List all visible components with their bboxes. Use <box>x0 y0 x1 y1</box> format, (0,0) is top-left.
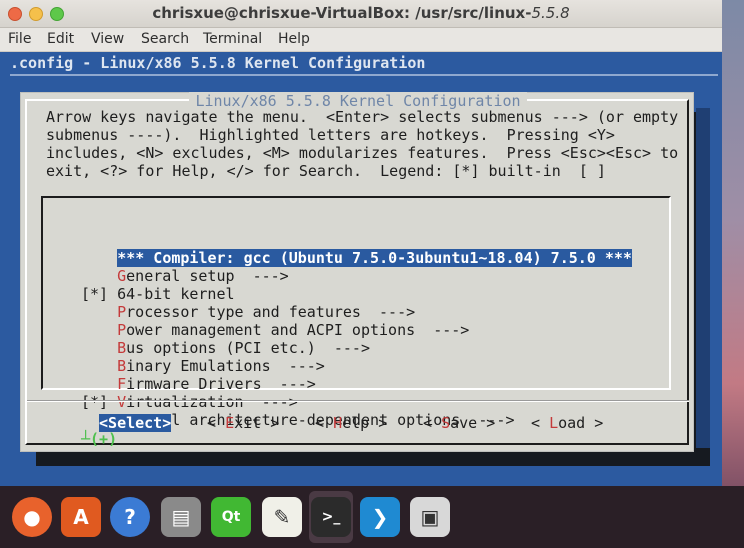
menu-item-prefix: [*] <box>81 285 118 303</box>
menu-item-hotkey: B <box>117 357 127 375</box>
menu-item-hotkey: B <box>117 339 127 357</box>
button-bracket: < <box>99 414 109 432</box>
help-line: includes, <N> excludes, <M> modularizes … <box>46 144 679 162</box>
menu-item-hotkey: P <box>117 303 127 321</box>
software-center-icon[interactable]: A <box>61 497 101 537</box>
menu-item-prefix <box>81 267 117 285</box>
menu-item-prefix <box>81 321 117 339</box>
menu-item-hotkey: G <box>117 267 127 285</box>
dialog-button[interactable]: < Exit > <box>207 414 279 432</box>
menu-item[interactable]: General setup ---> <box>81 267 289 285</box>
help-text: Arrow keys navigate the menu. <Enter> se… <box>46 108 678 180</box>
help-line: submenus ----). Highlighted letters are … <box>46 126 615 144</box>
menu-help[interactable]: Help <box>278 31 310 47</box>
files-icon[interactable]: ▤ <box>161 497 201 537</box>
qt-creator-icon[interactable]: Qt <box>211 497 251 537</box>
text-editor-icon[interactable]: ✎ <box>262 497 302 537</box>
help-line: Arrow keys navigate the menu. <Enter> se… <box>46 108 679 126</box>
dialog-button[interactable]: < Load > <box>531 414 603 432</box>
menu-item-label: eneral setup ---> <box>126 267 289 285</box>
menu-item-prefix <box>81 357 117 375</box>
menu-item-label: us options (PCI etc.) ---> <box>126 339 370 357</box>
button-label: elp > <box>342 414 388 432</box>
menu-item[interactable]: [*] 64-bit kernel <box>81 285 235 303</box>
header-rule <box>10 74 718 76</box>
menu-item[interactable]: Processor type and features ---> <box>81 303 415 321</box>
scrollbar[interactable] <box>696 108 710 448</box>
title-bar: chrisxue@chrisxue-VirtualBox: /usr/src/l… <box>0 0 722 28</box>
menu-item-prefix: [*] <box>81 393 118 411</box>
window-title-prefix: chrisxue@chrisxue-VirtualBox: /usr/src/l… <box>152 4 532 22</box>
button-label: ave > <box>450 414 496 432</box>
desktop-background <box>720 0 744 548</box>
dialog-button[interactable]: <Select> <box>99 414 172 432</box>
window-title-version: 5.5.8 <box>531 4 570 22</box>
menu-terminal[interactable]: Terminal <box>203 31 262 47</box>
menu-item-label: irtualization ---> <box>126 393 298 411</box>
firefox-icon[interactable]: ● <box>12 497 52 537</box>
button-bracket: < <box>423 414 442 432</box>
button-hotkey: H <box>333 414 343 432</box>
menu-item[interactable]: Firmware Drivers ---> <box>81 375 316 393</box>
button-hotkey: E <box>225 414 235 432</box>
menu-item-prefix <box>81 303 117 321</box>
more-indicator-text: (+) <box>90 430 118 448</box>
dock: ● A? ▤ Qt ✎ >_ ❯ ▣ <box>0 486 744 548</box>
menu-item-prefix <box>81 339 117 357</box>
menu-search[interactable]: Search <box>141 31 189 47</box>
more-indicator: ┴(+) <box>81 430 118 448</box>
menu-item-hotkey: F <box>117 375 127 393</box>
terminal-area[interactable]: .config - Linux/x86 5.5.8 Kernel Configu… <box>0 52 722 486</box>
help-icon[interactable]: ? <box>110 497 150 537</box>
button-label: xit > <box>234 414 280 432</box>
button-hotkey: S <box>441 414 451 432</box>
menu-item[interactable]: Power management and ACPI options ---> <box>81 321 469 339</box>
menu-item-prefix <box>81 375 117 393</box>
help-line: exit, <?> for Help, </> for Search. Lege… <box>46 162 606 180</box>
menu-item-label: inary Emulations ---> <box>126 357 325 375</box>
usb-drive-icon[interactable]: ▣ <box>410 497 450 537</box>
button-label: oad > <box>558 414 604 432</box>
button-bracket: < <box>315 414 334 432</box>
button-hotkey: S <box>108 414 118 432</box>
menu-item[interactable]: Binary Emulations ---> <box>81 357 325 375</box>
kernel-config-dialog: Linux/x86 5.5.8 Kernel Configuration Arr… <box>20 92 694 452</box>
menu-file[interactable]: File <box>8 31 31 47</box>
terminal-icon[interactable]: >_ <box>311 497 351 537</box>
button-hotkey: L <box>549 414 559 432</box>
window-title: chrisxue@chrisxue-VirtualBox: /usr/src/l… <box>0 4 722 22</box>
menu-item-label: irmware Drivers ---> <box>126 375 316 393</box>
menu-edit[interactable]: Edit <box>47 31 74 47</box>
menu-view[interactable]: View <box>91 31 124 47</box>
menu-bar: File Edit View Search Terminal Help <box>0 28 722 52</box>
menu-item[interactable]: [*] Virtualization ---> <box>81 393 298 411</box>
terminal-window: chrisxue@chrisxue-VirtualBox: /usr/src/l… <box>0 0 722 486</box>
menu-item-hotkey: P <box>117 321 127 339</box>
button-bracket: < <box>531 414 550 432</box>
menu-item-label: rocessor type and features ---> <box>126 303 416 321</box>
config-header: .config - Linux/x86 5.5.8 Kernel Configu… <box>10 54 426 72</box>
button-separator <box>27 400 689 402</box>
menu-item-hotkey: V <box>117 393 127 411</box>
menu-item-label: 64-bit kernel <box>117 285 235 303</box>
menu-item[interactable]: Bus options (PCI etc.) ---> <box>81 339 370 357</box>
menu-item[interactable]: *** Compiler: gcc (Ubuntu 7.5.0-3ubuntu1… <box>117 249 632 267</box>
dialog-button[interactable]: < Help > <box>315 414 387 432</box>
button-bracket: < <box>207 414 226 432</box>
dialog-button[interactable]: < Save > <box>423 414 495 432</box>
menu-item-label: ower management and ACPI options ---> <box>126 321 470 339</box>
button-label: elect> <box>117 414 172 432</box>
vscode-icon[interactable]: ❯ <box>360 497 400 537</box>
